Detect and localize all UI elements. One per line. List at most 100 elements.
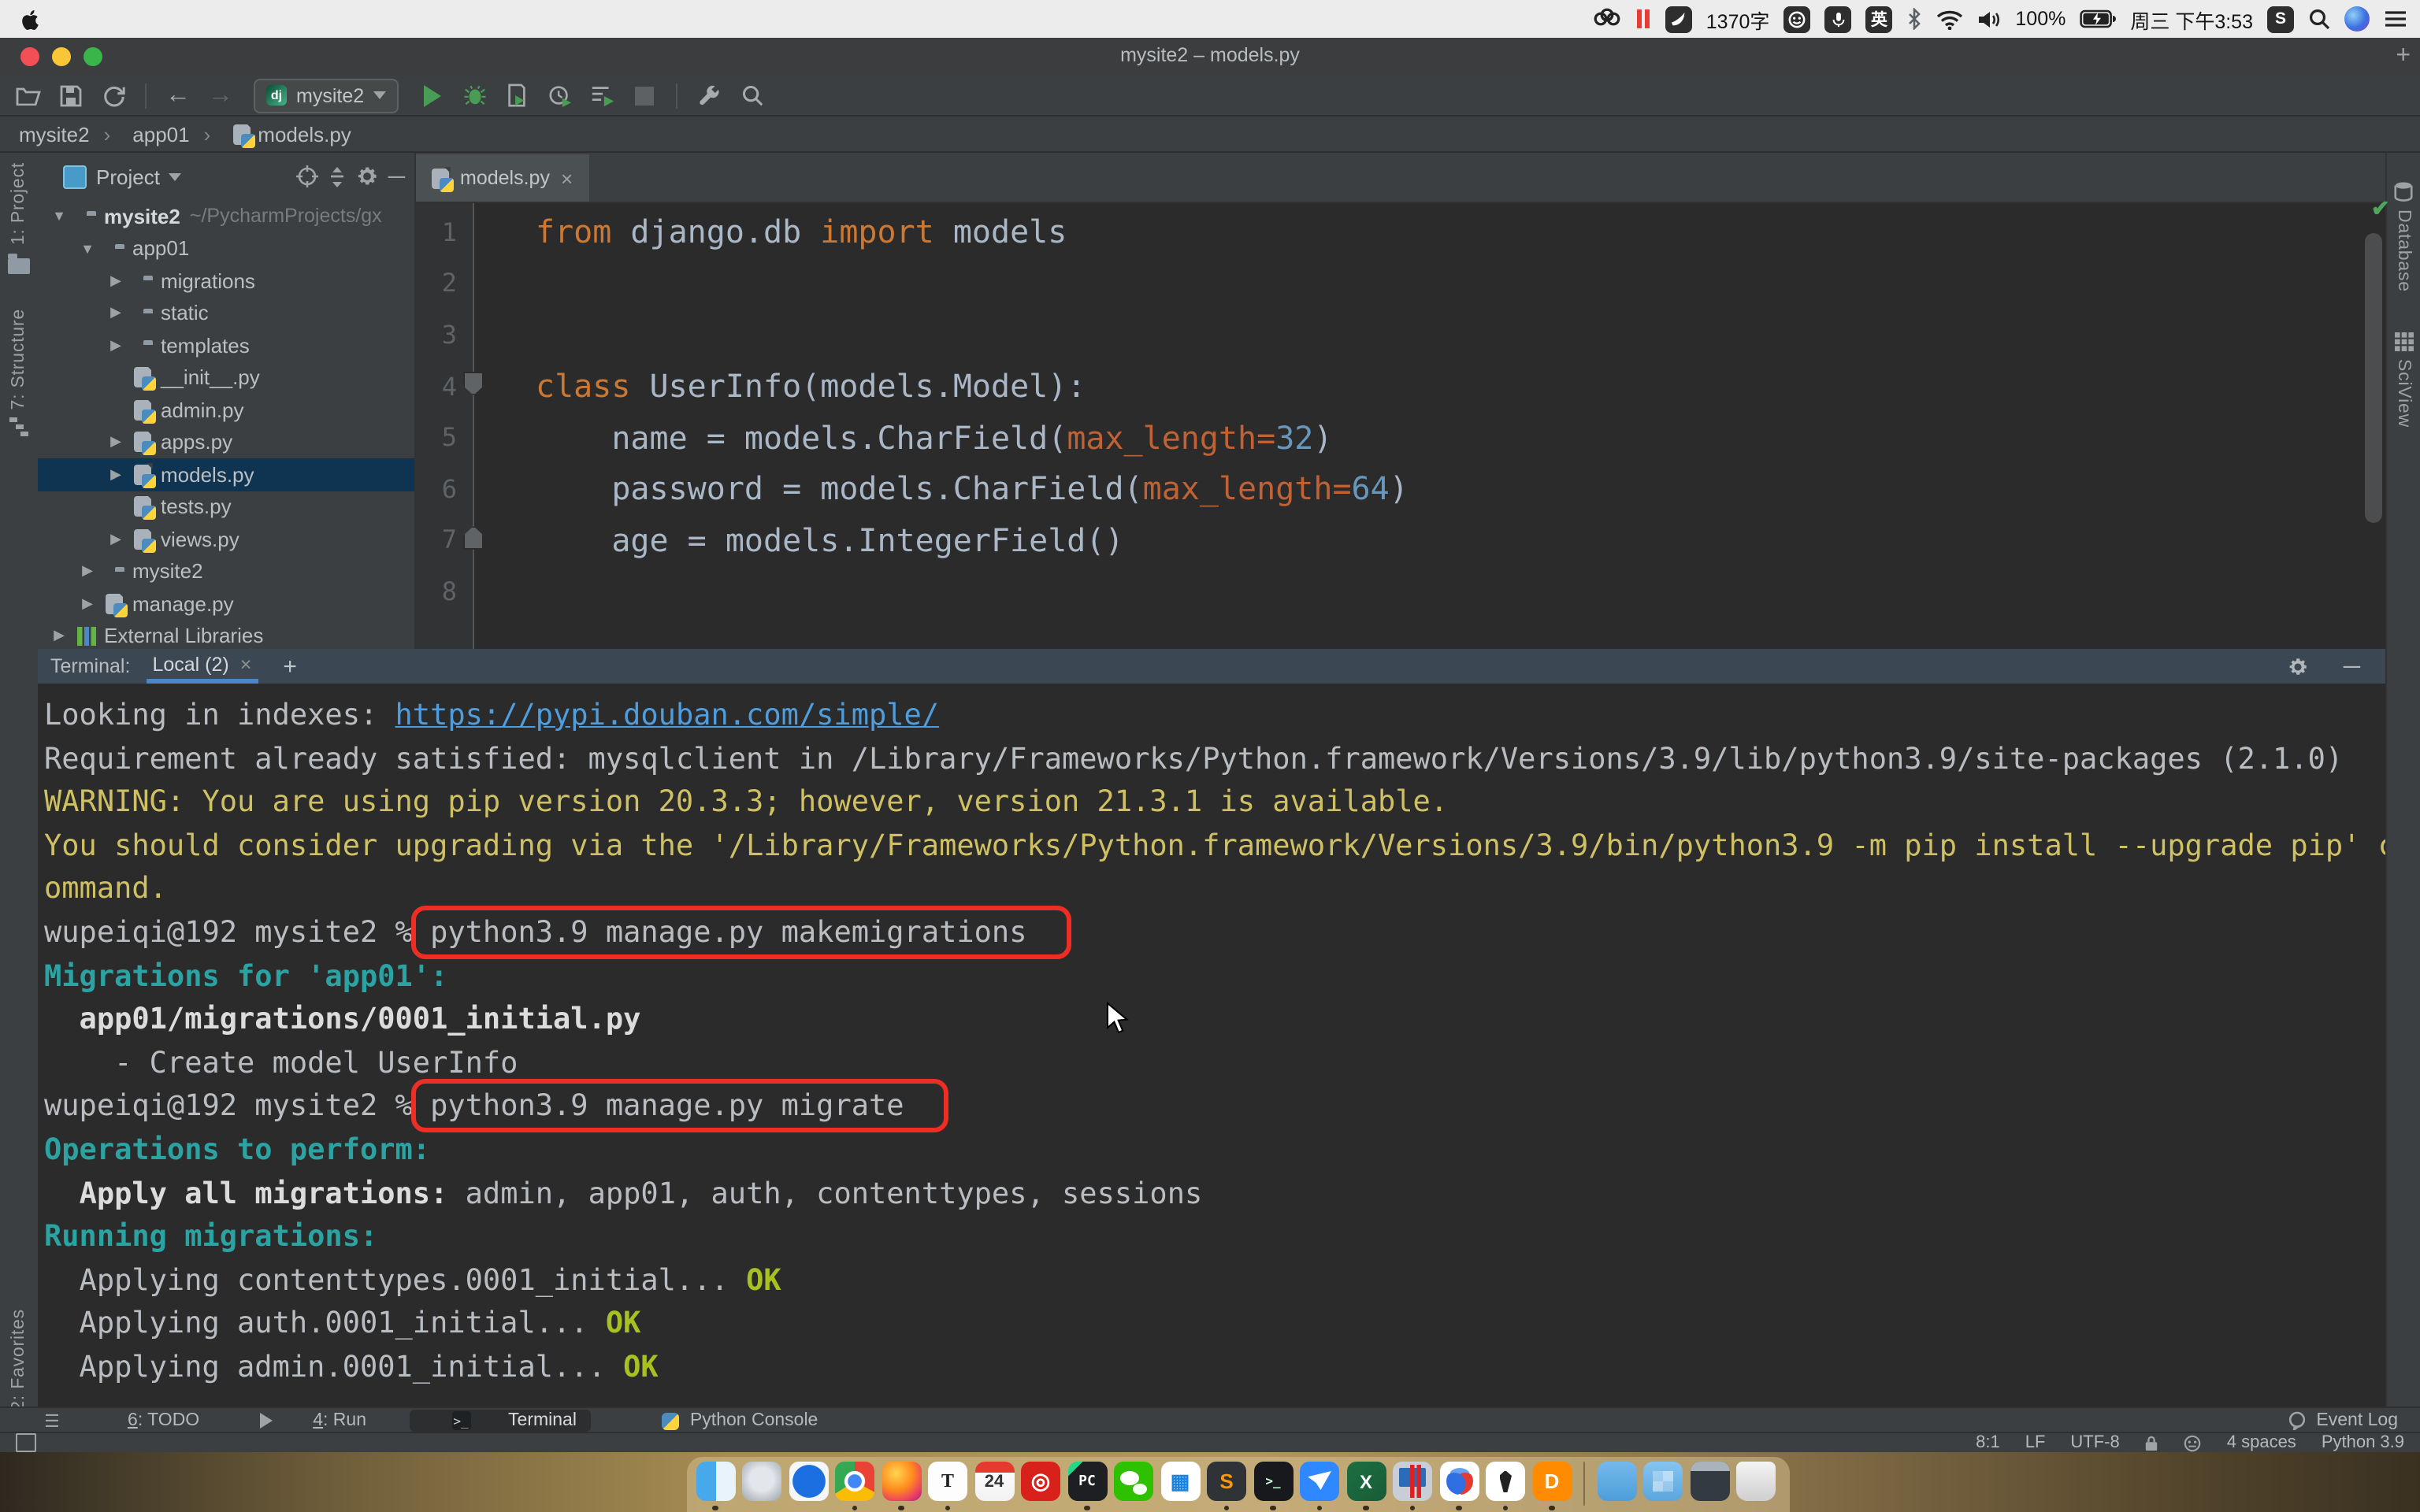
run-with-coverage-button[interactable] <box>501 80 533 111</box>
tree-row[interactable]: ▶ tests.py <box>38 491 414 523</box>
hide-panel-button[interactable]: ─ <box>388 163 405 190</box>
tool-window-button[interactable]: ☰ >_ Python Console <box>619 1410 832 1432</box>
tree-row[interactable]: ▶ manage.py <box>38 587 414 620</box>
tree-row[interactable]: ▶ views.py <box>38 523 414 555</box>
dock-app-icon[interactable] <box>1735 1462 1776 1510</box>
chevron-icon[interactable]: ▶ <box>47 628 71 645</box>
tool-window-button[interactable]: ☰ >_ Terminal <box>409 1410 591 1432</box>
dock-app-icon[interactable] <box>834 1462 875 1510</box>
sync-button[interactable] <box>98 80 129 111</box>
menu-item[interactable] <box>260 7 295 31</box>
dock-app-icon[interactable] <box>788 1462 829 1510</box>
menu-item[interactable] <box>156 7 191 31</box>
indent-setting[interactable]: 4 spaces <box>2227 1433 2296 1452</box>
dock-app-icon[interactable] <box>1299 1462 1340 1510</box>
notification-center-icon[interactable] <box>2384 9 2407 28</box>
wing-app-icon[interactable] <box>1665 6 1692 32</box>
circles-app-icon[interactable] <box>1593 8 1621 30</box>
debug-button[interactable] <box>458 80 490 111</box>
dock-app-icon[interactable] <box>1392 1462 1433 1510</box>
chevron-icon[interactable]: ▶ <box>104 305 128 322</box>
gear-icon[interactable] <box>357 165 379 187</box>
tree-row[interactable]: ▶ templates <box>38 329 414 361</box>
apple-menu-icon[interactable] <box>19 7 43 31</box>
inspections-profile-icon[interactable] <box>2184 1434 2202 1451</box>
chevron-icon[interactable]: ▶ <box>104 466 128 484</box>
dock-app-icon[interactable]: 24 <box>974 1462 1015 1510</box>
tool-button-database[interactable]: Database <box>2393 181 2414 292</box>
sogou-input-icon[interactable]: S <box>2267 6 2294 32</box>
collapse-all-button[interactable] <box>328 166 347 187</box>
open-button[interactable] <box>13 80 44 111</box>
menu-item[interactable] <box>399 7 433 31</box>
breadcrumb-item[interactable]: models.py <box>190 122 351 146</box>
terminal-output[interactable]: Looking in indexes: https://pypi.douban.… <box>38 684 2385 1406</box>
chevron-icon[interactable]: ▶ <box>76 563 99 580</box>
tree-row[interactable]: ▶ apps.py <box>38 426 414 458</box>
run-configuration-select[interactable]: dj mysite2 <box>254 78 399 113</box>
titlebar-plus-icon[interactable]: + <box>2396 43 2411 71</box>
tree-row[interactable]: ▼ mysite2 ~/PycharmProjects/gx <box>38 200 414 232</box>
locate-file-button[interactable] <box>297 165 319 187</box>
word-count-status[interactable]: 1370字 <box>1706 4 1770 34</box>
dock-app-icon[interactable] <box>1578 1462 1590 1512</box>
emoji-input-icon[interactable] <box>1783 6 1810 32</box>
dock-app-icon[interactable] <box>1113 1462 1154 1510</box>
file-encoding[interactable]: UTF-8 <box>2070 1433 2119 1452</box>
menu-item[interactable] <box>364 7 399 31</box>
new-terminal-tab-button[interactable]: + <box>283 653 297 680</box>
menu-item[interactable] <box>87 7 121 31</box>
chevron-icon[interactable]: ▶ <box>104 531 128 548</box>
code-editor[interactable]: 1 from django.db import models 2 3 4 cla… <box>416 203 2385 650</box>
dock-app-icon[interactable]: S <box>1206 1462 1247 1510</box>
dock-app-icon[interactable] <box>1642 1462 1683 1510</box>
chevron-icon[interactable]: ▶ <box>76 595 99 613</box>
dock-app-icon[interactable]: ▦ <box>1160 1462 1201 1510</box>
volume-icon[interactable] <box>1977 9 2001 29</box>
dock-app-icon[interactable] <box>881 1462 922 1510</box>
readonly-lock-icon[interactable] <box>2145 1434 2159 1451</box>
stop-button[interactable] <box>629 80 660 111</box>
dock-app-icon[interactable] <box>1596 1462 1637 1510</box>
wifi-icon[interactable] <box>1936 9 1963 29</box>
menu-item[interactable] <box>295 7 329 31</box>
dock-app-icon[interactable] <box>741 1462 782 1510</box>
event-log-button[interactable]: Event Log <box>2288 1411 2420 1430</box>
dock-app-icon[interactable] <box>1689 1462 1730 1510</box>
forward-button[interactable]: → <box>205 80 236 111</box>
close-icon[interactable]: × <box>240 653 252 675</box>
search-everywhere-icon[interactable] <box>736 80 767 111</box>
menu-item[interactable] <box>52 7 87 31</box>
tree-row[interactable]: ▼ app01 <box>38 232 414 265</box>
tree-row[interactable]: ▶ mysite2 <box>38 555 414 587</box>
pause-status-icon[interactable] <box>1635 8 1651 30</box>
chevron-icon[interactable]: ▼ <box>47 209 71 224</box>
battery-icon[interactable] <box>2080 9 2116 28</box>
toolwindow-toggle-icon[interactable] <box>16 1433 36 1452</box>
settings-wrench-icon[interactable] <box>693 80 725 111</box>
dock-app-icon[interactable]: >_ <box>1253 1462 1294 1510</box>
menu-item[interactable] <box>225 7 260 31</box>
caret-position[interactable]: 8:1 <box>1976 1433 2000 1452</box>
tool-button-structure[interactable]: 7: Structure <box>9 308 28 436</box>
menu-item[interactable] <box>433 7 468 31</box>
run-button[interactable] <box>416 80 447 111</box>
chevron-icon[interactable]: ▶ <box>104 337 128 354</box>
python-interpreter[interactable]: Python 3.9 <box>2322 1433 2404 1452</box>
dock-app-icon[interactable]: T <box>927 1462 968 1510</box>
ime-language-icon[interactable]: 英 <box>1865 6 1892 32</box>
tab-models-py[interactable]: models.py × <box>416 154 588 202</box>
rerun-button[interactable] <box>586 80 618 111</box>
terminal-settings-gear-icon[interactable] <box>2288 656 2309 676</box>
dock-app-icon[interactable]: PC <box>1067 1462 1108 1510</box>
tree-row[interactable]: ▶ __init__.py <box>38 361 414 394</box>
spotlight-search-icon[interactable] <box>2308 8 2330 30</box>
save-all-button[interactable] <box>55 80 87 111</box>
tool-button-project[interactable]: 1: Project <box>8 162 30 273</box>
siri-icon[interactable] <box>2344 6 2370 32</box>
menu-item[interactable] <box>121 7 156 31</box>
chevron-icon[interactable]: ▶ <box>104 434 128 451</box>
minimize-panel-icon[interactable]: ─ <box>2344 653 2360 680</box>
tree-row[interactable]: ▶ models.py <box>38 458 414 491</box>
inspections-ok-icon[interactable]: ✔ <box>2371 195 2389 222</box>
